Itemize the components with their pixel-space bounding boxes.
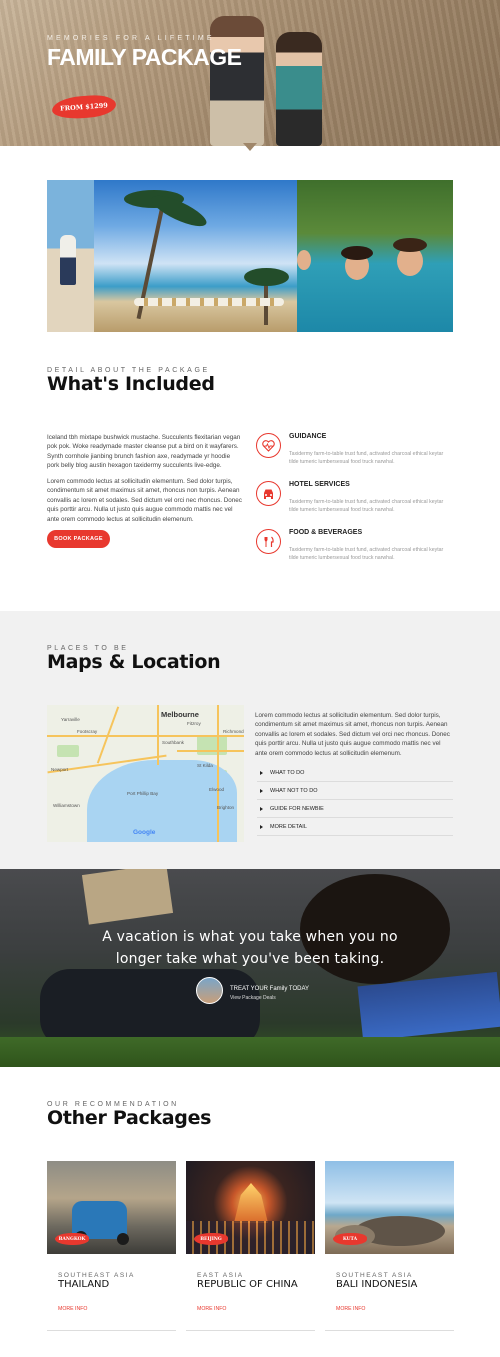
book-package-button[interactable]: BOOK PACKAGE xyxy=(47,530,110,548)
accordion-guide-for-newbie[interactable]: GUIDE FOR NEWBIE xyxy=(257,800,453,818)
cta-title[interactable]: TREAT YOUR Family TODAY xyxy=(230,986,309,992)
map-water-bay xyxy=(87,760,237,842)
banner-map-paper xyxy=(81,869,174,925)
accordion-what-not-to-do[interactable]: WHAT NOT TO DO xyxy=(257,782,453,800)
quote-text: A vacation is what you take when you no … xyxy=(60,926,440,970)
others-title: Other Packages xyxy=(47,1107,212,1129)
caret-right-icon xyxy=(260,806,263,811)
feature-description: Taxidermy farm-to-table trust fund, acti… xyxy=(289,547,444,561)
included-paragraph-2: Lorem commodo lectus at sollicitudin ele… xyxy=(47,478,242,523)
gallery-photo-pool-kids[interactable] xyxy=(297,180,453,332)
caret-right-icon xyxy=(260,770,263,775)
included-paragraph-1: Iceland tbh mixtape bushwick mustache. S… xyxy=(47,434,241,470)
hero-banner: Memories for a lifetime FAMILY PACKAGE F… xyxy=(0,0,500,146)
more-info-link[interactable]: More Info xyxy=(58,1306,87,1312)
hero-kicker: Memories for a lifetime xyxy=(47,35,215,42)
accordion-label: MORE DETAIL xyxy=(270,823,307,830)
feature-title: FOOD & BEVERAGES xyxy=(289,529,363,536)
more-info-link[interactable]: More Info xyxy=(336,1306,365,1312)
accordion-more-detail[interactable]: MORE DETAIL xyxy=(257,818,453,836)
map-label: Fitzroy xyxy=(187,721,201,726)
caret-right-icon xyxy=(260,788,263,793)
included-title: What's Included xyxy=(47,373,215,395)
more-info-link[interactable]: More Info xyxy=(197,1306,226,1312)
map-label: Elwood xyxy=(209,787,225,792)
maps-paragraph: Lorem commodo lectus at sollicitudin ele… xyxy=(255,712,450,757)
card-name[interactable]: Bali Indonesia xyxy=(336,1279,417,1290)
package-card-bali[interactable]: KUTA Southeast Asia Bali Indonesia More … xyxy=(325,1161,454,1331)
quote-banner: A vacation is what you take when you no … xyxy=(0,869,500,1067)
cta-link[interactable]: View Package Deals xyxy=(230,995,276,1001)
page: Memories for a lifetime FAMILY PACKAGE F… xyxy=(0,0,500,1357)
google-logo: Google xyxy=(133,829,156,836)
card-name[interactable]: Republic of China xyxy=(197,1279,298,1290)
map-label: St Kilda xyxy=(197,763,213,768)
map-label: Williamstown xyxy=(53,803,80,808)
card-name[interactable]: Thailand xyxy=(58,1279,109,1290)
quote-line-1: A vacation is what you take when you no xyxy=(102,929,398,945)
map-label: Brighton xyxy=(217,805,235,810)
package-card-thailand[interactable]: BANGKOK Southeast Asia Thailand More Inf… xyxy=(47,1161,176,1331)
accordion-label: WHAT NOT TO DO xyxy=(270,787,318,794)
card-city-tag: BEIJING xyxy=(194,1233,228,1245)
accordion-what-to-do[interactable]: WHAT TO DO xyxy=(257,764,453,782)
card-region: Southeast Asia xyxy=(58,1272,135,1279)
hero-title: FAMILY PACKAGE xyxy=(47,44,242,70)
card-region: Southeast Asia xyxy=(336,1272,413,1279)
banner-grass xyxy=(0,1037,500,1067)
price-badge: FROM $1299 xyxy=(51,93,117,121)
map-label: Yarraville xyxy=(61,717,80,722)
avatar[interactable] xyxy=(196,977,223,1004)
card-region: East Asia xyxy=(197,1272,244,1279)
card-city-tag: KUTA xyxy=(333,1233,367,1245)
feature-description: Taxidermy farm-to-table trust fund, acti… xyxy=(289,451,444,465)
map-label: Footscray xyxy=(77,729,98,734)
feature-title: HOTEL SERVICES xyxy=(289,481,350,488)
gallery-photo-palm-beach[interactable] xyxy=(94,180,297,332)
package-card-china[interactable]: BEIJING East Asia Republic of China More… xyxy=(186,1161,315,1331)
accordion-label: GUIDE FOR NEWBIE xyxy=(270,805,324,812)
feature-description: Taxidermy farm-to-table trust fund, acti… xyxy=(289,499,444,513)
accordion-label: WHAT TO DO xyxy=(270,769,305,776)
map-label: Newport xyxy=(51,767,69,772)
hero-person-woman xyxy=(276,32,322,146)
map-label: Southbank xyxy=(162,740,184,745)
hero-notch-arrow-icon xyxy=(243,143,257,151)
quote-line-2: longer take what you've been taking. xyxy=(115,951,385,967)
car-icon xyxy=(256,481,281,506)
photo-gallery xyxy=(47,180,453,332)
caret-right-icon xyxy=(260,824,263,829)
gallery-photo-beach-child[interactable] xyxy=(47,180,94,332)
heart-pulse-icon xyxy=(256,433,281,458)
card-city-tag: BANGKOK xyxy=(55,1233,89,1245)
map-label: Port Phillip Bay xyxy=(127,791,159,796)
hero-person-man xyxy=(210,16,264,146)
map-label: Richmond xyxy=(223,729,244,734)
location-map[interactable]: Melbourne Yarraville Footscray Williamst… xyxy=(47,705,244,842)
map-city-label: Melbourne xyxy=(161,710,199,719)
feature-title: GUIDANCE xyxy=(289,433,327,440)
maps-title: Maps & Location xyxy=(47,651,221,673)
cutlery-icon xyxy=(256,529,281,554)
